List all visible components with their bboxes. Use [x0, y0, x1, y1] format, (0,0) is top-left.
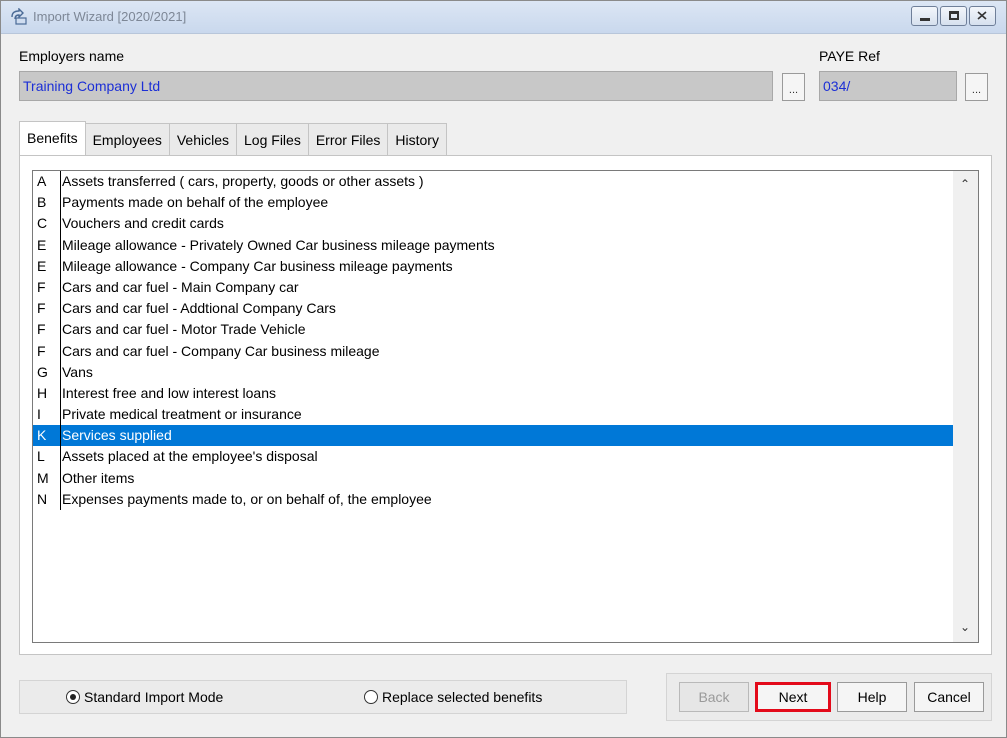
- benefit-description: Assets placed at the employee's disposal: [62, 448, 318, 465]
- benefit-description: Payments made on behalf of the employee: [62, 194, 329, 211]
- paye-ref-field[interactable]: 034/: [819, 71, 957, 101]
- standard-import-mode-label: Standard Import Mode: [84, 689, 224, 705]
- benefit-row[interactable]: E Mileage allowance - Company Car busines…: [33, 256, 954, 277]
- replace-selected-benefits-radio[interactable]: Replace selected benefits: [364, 689, 542, 705]
- benefits-panel: A Assets transferred ( cars, property, go…: [19, 155, 992, 655]
- benefit-row[interactable]: K Services supplied: [33, 425, 954, 447]
- employers-browse-button[interactable]: ...: [782, 73, 805, 101]
- benefit-description: Vouchers and credit cards: [62, 215, 224, 232]
- benefit-code: K: [37, 427, 47, 444]
- benefit-code: B: [37, 194, 47, 211]
- benefit-description: Private medical treatment or insurance: [62, 406, 302, 423]
- back-button[interactable]: Back: [679, 682, 749, 712]
- benefit-row[interactable]: F Cars and car fuel - Main Company car: [33, 277, 954, 298]
- benefit-code: F: [37, 342, 46, 359]
- import-wizard-icon: [11, 8, 27, 25]
- benefit-description: Services supplied: [62, 427, 172, 444]
- benefit-description: Vans: [62, 363, 93, 380]
- benefit-row[interactable]: N Expenses payments made to, or on behalf…: [33, 489, 954, 510]
- scroll-up-icon[interactable]: ⌃: [959, 178, 971, 190]
- scroll-down-icon[interactable]: ⌄: [959, 621, 971, 633]
- maximize-icon: [949, 11, 959, 20]
- minimize-button[interactable]: [911, 6, 938, 26]
- tab-log-files[interactable]: Log Files: [236, 123, 309, 155]
- benefit-code: C: [37, 215, 48, 232]
- import-mode-group: Standard Import Mode Replace selected be…: [19, 680, 627, 714]
- benefit-row[interactable]: E Mileage allowance - Privately Owned Car…: [33, 235, 954, 256]
- benefit-code: N: [37, 490, 48, 507]
- tab-error-files[interactable]: Error Files: [307, 123, 389, 155]
- paye-ref-label: PAYE Ref: [819, 48, 880, 64]
- benefit-description: Expenses payments made to, or on behalf …: [62, 490, 432, 507]
- benefit-row[interactable]: G Vans: [33, 362, 954, 383]
- benefit-row[interactable]: C Vouchers and credit cards: [33, 213, 954, 234]
- benefit-code: E: [37, 257, 47, 274]
- benefit-code: F: [37, 321, 46, 338]
- benefit-description: Other items: [62, 469, 135, 486]
- column-separator: [60, 171, 61, 510]
- benefit-code: E: [37, 236, 47, 253]
- benefit-description: Mileage allowance - Company Car business…: [62, 257, 453, 274]
- minimize-icon: [920, 18, 930, 21]
- close-button[interactable]: [969, 6, 996, 26]
- paye-browse-button[interactable]: ...: [965, 73, 988, 101]
- benefit-row[interactable]: M Other items: [33, 468, 954, 489]
- window-title: Import Wizard [2020/2021]: [33, 9, 187, 24]
- benefit-row[interactable]: H Interest free and low interest loans: [33, 383, 954, 404]
- benefit-description: Cars and car fuel - Addtional Company Ca…: [62, 300, 336, 317]
- benefit-row[interactable]: F Cars and car fuel - Motor Trade Vehicle: [33, 319, 954, 340]
- benefit-row[interactable]: F Cars and car fuel - Addtional Company C…: [33, 298, 954, 319]
- benefit-code: F: [37, 300, 46, 317]
- tab-benefits[interactable]: Benefits: [19, 121, 86, 155]
- tab-strip: Benefits Employees Vehicles Log Files Er…: [19, 121, 447, 155]
- benefit-row[interactable]: L Assets placed at the employee's disposa…: [33, 446, 954, 467]
- tab-vehicles[interactable]: Vehicles: [168, 123, 238, 155]
- benefit-row[interactable]: A Assets transferred ( cars, property, go…: [33, 171, 954, 192]
- title-bar: Import Wizard [2020/2021]: [1, 1, 1006, 34]
- tab-employees[interactable]: Employees: [84, 123, 170, 155]
- benefit-row[interactable]: F Cars and car fuel - Company Car busines…: [33, 341, 954, 362]
- benefit-code: G: [37, 363, 48, 380]
- benefit-code: I: [37, 406, 41, 423]
- benefit-code: F: [37, 278, 46, 295]
- employers-name-label: Employers name: [19, 48, 125, 64]
- benefit-description: Assets transferred ( cars, property, goo…: [62, 173, 424, 189]
- benefit-description: Cars and car fuel - Main Company car: [62, 278, 299, 295]
- benefit-code: M: [37, 469, 49, 486]
- benefit-description: Mileage allowance - Privately Owned Car …: [62, 236, 495, 253]
- vertical-scrollbar[interactable]: ⌃ ⌄: [953, 171, 978, 642]
- radio-unselected-icon: [364, 690, 378, 704]
- benefit-code: A: [37, 173, 47, 189]
- close-icon: [977, 11, 987, 20]
- standard-import-mode-radio[interactable]: Standard Import Mode: [66, 689, 223, 705]
- maximize-button[interactable]: [940, 6, 967, 26]
- benefit-code: H: [37, 384, 48, 401]
- next-button[interactable]: Next: [755, 682, 831, 712]
- employers-name-field[interactable]: Training Company Ltd: [19, 71, 773, 101]
- benefit-description: Cars and car fuel - Company Car business…: [62, 342, 380, 359]
- button-bar: Back Next Help Cancel: [666, 673, 992, 721]
- benefit-description: Interest free and low interest loans: [62, 384, 277, 401]
- benefit-row[interactable]: B Payments made on behalf of the employee: [33, 192, 954, 213]
- benefit-description: Cars and car fuel - Motor Trade Vehicle: [62, 321, 306, 338]
- benefits-list[interactable]: A Assets transferred ( cars, property, go…: [32, 170, 979, 643]
- replace-selected-benefits-label: Replace selected benefits: [382, 689, 543, 705]
- help-button[interactable]: Help: [837, 682, 907, 712]
- benefit-row[interactable]: I Private medical treatment or insurance: [33, 404, 954, 425]
- benefits-rows: A Assets transferred ( cars, property, go…: [33, 171, 954, 510]
- import-wizard-window: Import Wizard [2020/2021] Employers name…: [0, 0, 1007, 738]
- cancel-button[interactable]: Cancel: [914, 682, 984, 712]
- benefit-code: L: [37, 448, 45, 465]
- tab-history[interactable]: History: [387, 123, 447, 155]
- radio-selected-icon: [66, 690, 80, 704]
